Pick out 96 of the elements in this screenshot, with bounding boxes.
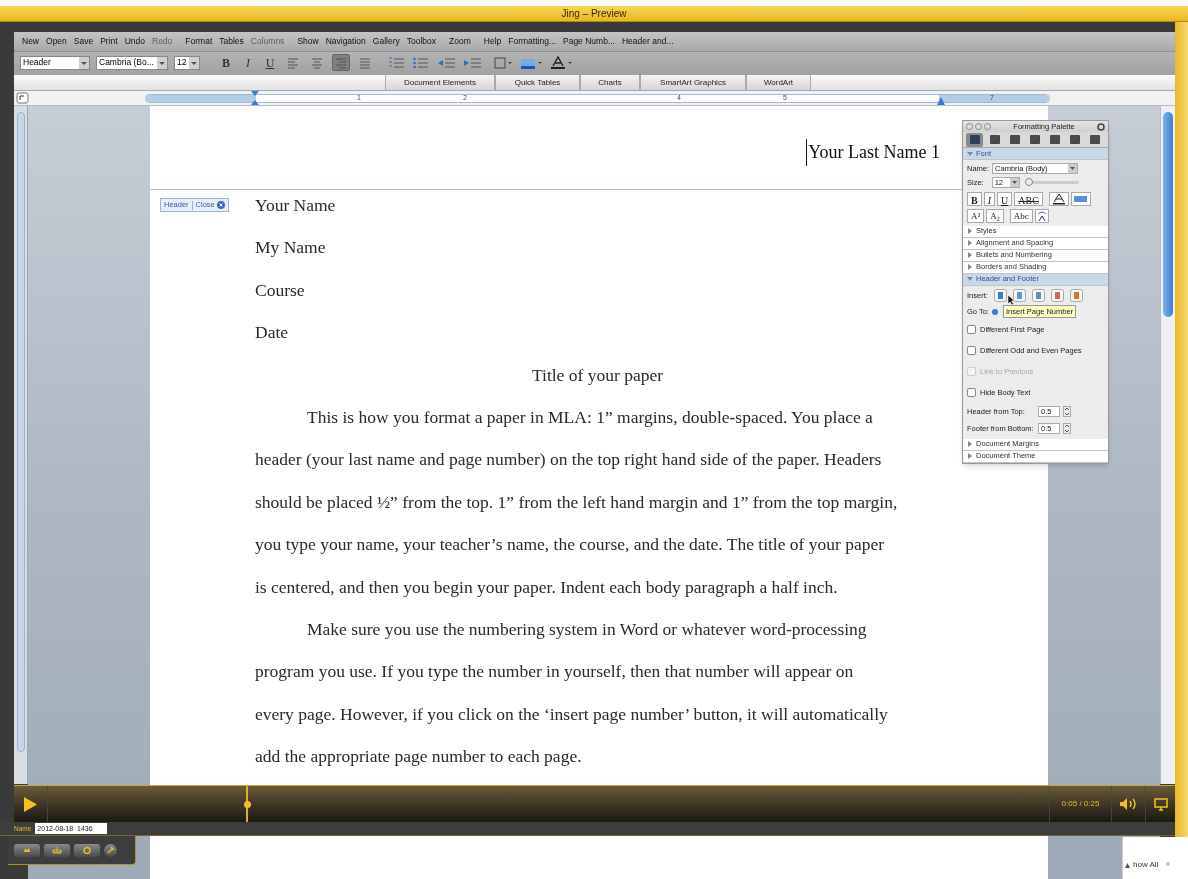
- toolbar-button[interactable]: Header and...: [622, 35, 674, 48]
- palette-tab[interactable]: [966, 132, 983, 147]
- insert-icon[interactable]: [1050, 289, 1064, 302]
- toolbar-button[interactable]: Show: [297, 35, 319, 48]
- play-icon[interactable]: [24, 796, 37, 812]
- text-script-button[interactable]: A₂: [986, 208, 1004, 223]
- volume-icon[interactable]: [1119, 798, 1138, 810]
- close-icon[interactable]: [216, 201, 225, 209]
- stepper-icon[interactable]: [1063, 423, 1071, 434]
- bold-button[interactable]: B: [218, 53, 234, 72]
- text-script-button[interactable]: A²: [967, 208, 985, 223]
- insert-icon[interactable]: [1031, 289, 1045, 302]
- dropdown-arrow-icon[interactable]: [1068, 164, 1078, 174]
- toolbar-button[interactable]: Open: [46, 35, 67, 48]
- dropdown-arrow-icon[interactable]: [1009, 178, 1019, 188]
- collapse-icon[interactable]: [1097, 122, 1105, 131]
- palette-tab-icon: [1028, 134, 1041, 145]
- text-style-button[interactable]: I: [983, 191, 995, 206]
- insert-icon[interactable]: [993, 289, 1007, 302]
- window-title: Jing – Preview: [561, 7, 627, 21]
- playhead[interactable]: [244, 801, 252, 808]
- insert-icon[interactable]: [1012, 289, 1026, 302]
- monitor-icon[interactable]: [1153, 797, 1168, 811]
- underline-button[interactable]: U: [262, 53, 278, 72]
- toolbar-button[interactable]: Page Numb...: [563, 35, 615, 48]
- dropdown-value: Cambria (Bo...: [99, 56, 154, 69]
- scroll-up-icon[interactable]: [1125, 862, 1130, 868]
- toolbar-button[interactable]: Undo: [124, 35, 145, 48]
- toolbar-button[interactable]: Formatting...: [508, 35, 556, 48]
- dropdown[interactable]: Header: [20, 55, 90, 70]
- body-paragraph: Make sure you use the numbering system in Word or whatever word-processing program you use. If you type the number in yourself, then that number will appear on every page. However, if you click on the ‘insert page number’ button, it will automatically add the appropriate page number to each page.: [255, 618, 889, 769]
- heading-line: My Name: [255, 236, 327, 260]
- palette-tab-icon: [1068, 134, 1081, 145]
- gallery-tab[interactable]: Quick Tables: [495, 75, 580, 90]
- toolbar-button[interactable]: Tables: [219, 35, 244, 48]
- font-color-icon[interactable]: [1048, 191, 1069, 206]
- go-to-icon[interactable]: [991, 306, 998, 317]
- toolbar-button[interactable]: Save: [73, 35, 94, 48]
- dropdown-value: Header: [23, 56, 51, 69]
- align-icon: [286, 55, 300, 70]
- time-display: 0:05 / 0:25: [1061, 798, 1100, 810]
- checkbox[interactable]: [967, 325, 976, 334]
- paper-title: Title of your paper: [530, 363, 665, 387]
- dropdown-value: 12: [177, 56, 187, 69]
- action-button[interactable]: [14, 843, 40, 857]
- insert-icon[interactable]: [1069, 289, 1083, 302]
- align-icon: [358, 55, 372, 70]
- heading-line: Date: [255, 321, 290, 345]
- text-style-button[interactable]: B: [967, 191, 982, 206]
- italic-button[interactable]: I: [240, 53, 256, 72]
- palette-tab-icon: [968, 134, 981, 145]
- text-style-button[interactable]: ABC: [1014, 191, 1043, 206]
- change-case-icon[interactable]: [1034, 208, 1049, 223]
- align-icon: [334, 55, 348, 70]
- palette-tab-icon: [988, 134, 1001, 145]
- text-style-button[interactable]: U: [997, 191, 1013, 206]
- align-icon: [310, 55, 324, 70]
- body-paragraph: This is how you format a paper in MLA: 1” margins, double-spaced. You place a header (your last name and page number) on the top right hand side of the paper. Headers should be placed ½” from the top. 1” from the left hand margin and 1” from the top margin, you type your name, your teacher’s name, the course, and the date. The title of your paper is centered, and then you begin your paper. Indent each body paragraph a half inch.: [255, 406, 899, 599]
- gallery-tab[interactable]: WordArt: [746, 75, 811, 90]
- expanded-triangle-icon: [967, 276, 973, 282]
- gallery-tab[interactable]: Document Elements: [385, 75, 495, 90]
- show-all-button[interactable]: how All: [1133, 859, 1159, 871]
- gallery-tab[interactable]: Charts: [580, 75, 640, 90]
- size-slider-thumb[interactable]: [1024, 178, 1033, 187]
- checkbox[interactable]: [967, 346, 976, 355]
- indent-marker-icon[interactable]: [251, 91, 259, 105]
- toolbar-button[interactable]: New: [22, 35, 39, 48]
- stepper-icon[interactable]: [1063, 406, 1071, 417]
- font-color-icon[interactable]: [550, 55, 574, 70]
- toolbar-button[interactable]: Navigation: [325, 35, 366, 48]
- action-button[interactable]: [44, 843, 70, 857]
- save-icon: [49, 844, 65, 856]
- scrollbar-thumb[interactable]: [1163, 112, 1173, 317]
- toolbar-button[interactable]: Gallery: [372, 35, 400, 48]
- palette-tab-icon: [1088, 134, 1101, 145]
- checkbox[interactable]: [967, 388, 976, 397]
- dropdown[interactable]: Cambria (Bo...: [96, 55, 168, 70]
- settings-icon: [106, 845, 115, 855]
- heading-line: Your Name: [255, 194, 337, 217]
- mouse-pointer-icon: [1007, 294, 1015, 306]
- action-button[interactable]: [74, 843, 100, 857]
- palette-tab-icon: [1008, 134, 1021, 145]
- toolbar-button[interactable]: Zoom: [449, 35, 471, 48]
- tab-selector-icon[interactable]: [16, 92, 30, 104]
- dropdown[interactable]: 12: [174, 55, 200, 70]
- text-script-button[interactable]: Abc: [1009, 208, 1033, 223]
- heading-line: Course: [255, 278, 306, 302]
- gallery-tab[interactable]: SmartArt Graphics: [640, 75, 746, 90]
- toolbar-button[interactable]: Toolbox: [406, 35, 437, 48]
- toolbar-button[interactable]: Format: [185, 35, 213, 48]
- settings-button[interactable]: [104, 843, 117, 857]
- expanded-triangle-icon: [967, 150, 973, 157]
- palette-tab-icon: [1048, 134, 1061, 145]
- header-text: Your Last Name 1: [806, 139, 940, 166]
- toolbar-button[interactable]: Print: [100, 35, 118, 48]
- toolbar-button[interactable]: Help: [483, 35, 502, 48]
